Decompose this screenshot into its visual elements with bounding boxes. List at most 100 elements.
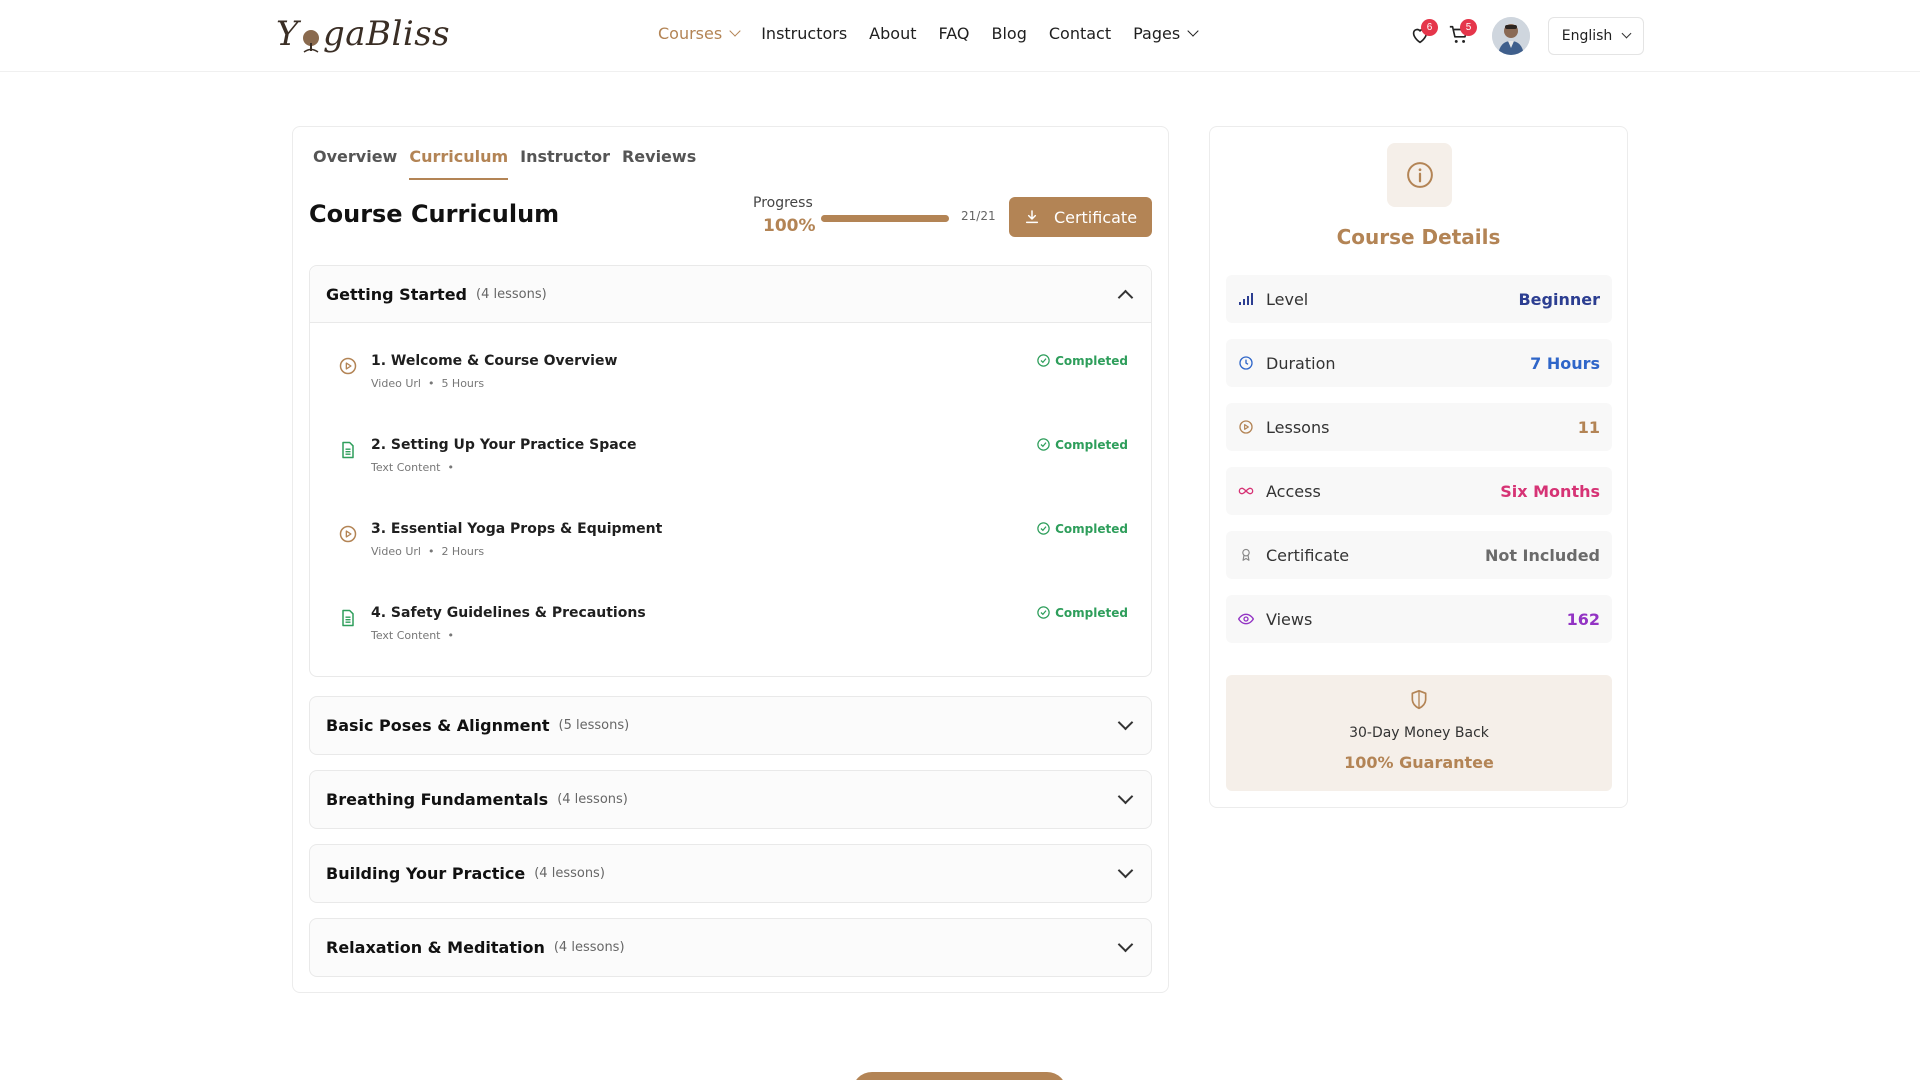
lesson-item[interactable]: 4. Safety Guidelines & Precautions Text … <box>338 605 1128 653</box>
info-icon-box <box>1387 143 1452 207</box>
detail-row-access: Access Six Months <box>1226 467 1612 515</box>
lesson-duration: 2 Hours <box>441 545 485 558</box>
nav-courses[interactable]: Courses <box>658 24 741 43</box>
lesson-item[interactable]: 3. Essential Yoga Props & Equipment Vide… <box>338 521 1128 569</box>
certificate-button-label: Certificate <box>1053 207 1138 227</box>
lesson-title: 4. Safety Guidelines & Precautions <box>371 605 646 621</box>
progress-bar <box>821 215 949 222</box>
section-lesson-count: (4 lessons) <box>534 866 605 881</box>
course-content-card: Overview Curriculum Instructor Reviews C… <box>292 126 1169 993</box>
detail-label: Views <box>1266 609 1313 629</box>
detail-label: Certificate <box>1266 545 1350 565</box>
chevron-down-icon[interactable] <box>1117 714 1134 731</box>
guarantee-line-1: 30-Day Money Back <box>1349 725 1489 741</box>
section-title: Basic Poses & Alignment <box>326 716 550 735</box>
curriculum-section: Getting Started (4 lessons) 1. Welcome &… <box>309 265 1152 677</box>
play-circle-icon <box>339 357 357 375</box>
check-circle-icon <box>1037 354 1050 367</box>
detail-label: Level <box>1266 289 1309 309</box>
lesson-status: Completed <box>1036 353 1128 368</box>
certificate-button[interactable]: Certificate <box>1009 197 1152 237</box>
lesson-type: Text Content <box>371 461 441 474</box>
section-title: Building Your Practice <box>326 864 526 883</box>
lesson-item[interactable]: 2. Setting Up Your Practice Space Text C… <box>338 437 1128 485</box>
tab-reviews[interactable]: Reviews <box>622 147 696 180</box>
language-select[interactable]: English <box>1548 17 1644 55</box>
document-icon <box>342 441 354 459</box>
curriculum-section: Breathing Fundamentals (4 lessons) <box>309 770 1152 829</box>
signal-bars-icon <box>1238 291 1254 307</box>
progress-bar-fill <box>821 215 949 222</box>
logo-text-left: Y <box>276 14 299 54</box>
detail-value: 162 <box>1566 609 1600 629</box>
lesson-status-label: Completed <box>1055 353 1128 368</box>
language-label: English <box>1561 28 1613 44</box>
tab-curriculum[interactable]: Curriculum <box>409 147 509 180</box>
nav-contact[interactable]: Contact <box>1049 24 1111 43</box>
logo-tree-icon <box>300 23 322 53</box>
bottom-action-button[interactable] <box>852 1072 1067 1080</box>
nav-faq-label: FAQ <box>938 24 970 43</box>
section-lesson-count: (4 lessons) <box>557 792 628 807</box>
lesson-title: 2. Setting Up Your Practice Space <box>371 437 637 453</box>
section-title: Relaxation & Meditation <box>326 938 545 957</box>
chevron-down-icon <box>1621 28 1632 38</box>
detail-label: Lessons <box>1266 417 1330 437</box>
progress-count: 21/21 <box>961 209 996 223</box>
detail-value: Beginner <box>1518 289 1600 309</box>
lesson-status: Completed <box>1036 437 1128 452</box>
check-circle-icon <box>1037 606 1050 619</box>
nav-instructors[interactable]: Instructors <box>761 24 847 43</box>
check-circle-icon <box>1037 438 1050 451</box>
section-header[interactable]: Building Your Practice (4 lessons) <box>310 845 1151 902</box>
main-nav: Courses Instructors About FAQ Blog Conta… <box>658 24 1219 43</box>
nav-faq[interactable]: FAQ <box>938 24 969 43</box>
play-circle-icon <box>339 525 357 543</box>
nav-about[interactable]: About <box>869 24 916 43</box>
nav-pages[interactable]: Pages <box>1133 24 1199 43</box>
nav-blog[interactable]: Blog <box>991 24 1026 43</box>
nav-courses-label: Courses <box>658 24 723 43</box>
tab-instructor[interactable]: Instructor <box>520 147 610 180</box>
detail-label: Access <box>1266 481 1321 501</box>
section-header[interactable]: Basic Poses & Alignment (5 lessons) <box>310 697 1151 754</box>
lesson-type: Text Content <box>371 629 441 642</box>
check-circle-icon <box>1037 522 1050 535</box>
nav-blog-label: Blog <box>991 24 1027 43</box>
chevron-down-icon[interactable] <box>1117 862 1134 879</box>
eye-icon <box>1238 611 1254 627</box>
wishlist-button[interactable]: 6 <box>1409 19 1438 48</box>
section-lesson-count: (4 lessons) <box>553 940 625 955</box>
detail-row-views: Views 162 <box>1226 595 1612 643</box>
curriculum-section: Building Your Practice (4 lessons) <box>309 844 1152 903</box>
chevron-down-icon[interactable] <box>1117 936 1134 953</box>
info-icon <box>1406 162 1433 188</box>
curriculum-section: Basic Poses & Alignment (5 lessons) <box>309 696 1152 755</box>
lesson-title: 1. Welcome & Course Overview <box>371 353 618 369</box>
section-header[interactable]: Relaxation & Meditation (4 lessons) <box>310 919 1151 976</box>
detail-value: 7 Hours <box>1530 353 1600 373</box>
lesson-duration: 5 Hours <box>441 377 485 390</box>
progress-label: Progress <box>753 195 813 211</box>
wishlist-count-badge: 6 <box>1421 19 1438 36</box>
tab-overview[interactable]: Overview <box>313 147 397 180</box>
section-header[interactable]: Getting Started (4 lessons) <box>310 266 1151 323</box>
chevron-up-icon[interactable] <box>1117 289 1134 305</box>
lesson-type: Video Url <box>371 545 421 558</box>
detail-row-lessons: Lessons 11 <box>1226 403 1612 451</box>
progress-percent: 100% <box>763 216 816 236</box>
nav-about-label: About <box>869 24 917 43</box>
cart-button[interactable]: 5 <box>1448 19 1477 48</box>
award-icon <box>1238 547 1254 563</box>
course-tabs: Overview Curriculum Instructor Reviews <box>313 147 708 180</box>
top-navbar: Y gaBliss Courses Instructors About FAQ … <box>0 0 1920 72</box>
user-avatar[interactable] <box>1492 17 1530 55</box>
lesson-meta: Text Content • <box>371 461 458 474</box>
site-logo[interactable]: Y gaBliss <box>276 14 450 54</box>
section-header[interactable]: Breathing Fundamentals (4 lessons) <box>310 771 1151 828</box>
chevron-down-icon[interactable] <box>1117 788 1134 805</box>
lesson-status-label: Completed <box>1055 437 1128 452</box>
chevron-down-icon <box>729 24 741 37</box>
nav-pages-label: Pages <box>1133 24 1181 43</box>
lesson-item[interactable]: 1. Welcome & Course Overview Video Url •… <box>338 353 1128 401</box>
